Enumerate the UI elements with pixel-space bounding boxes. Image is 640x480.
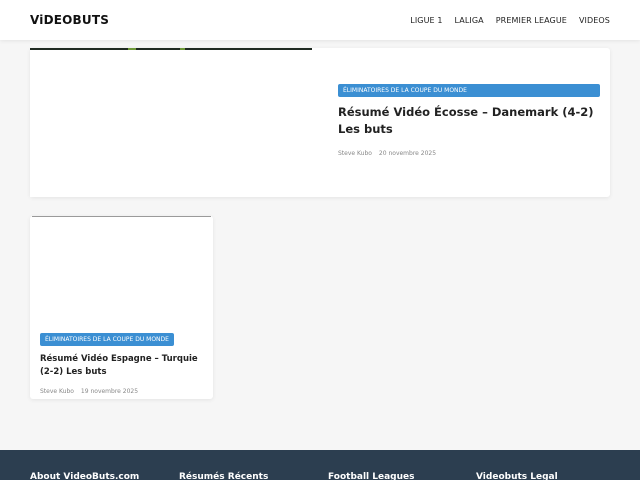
footer-heading-leagues: Football Leagues <box>328 472 415 480</box>
post-card-author[interactable]: Steve Kubo <box>40 388 74 395</box>
site-logo[interactable]: ViDEOBUTS <box>30 13 109 27</box>
site-footer: About VideoButs.com Résumés Récents Foot… <box>0 450 640 480</box>
post-card-thumbnail[interactable] <box>32 216 211 320</box>
featured-post-title[interactable]: Résumé Vidéo Écosse – Danemark (4-2) Les… <box>338 104 600 138</box>
post-card-content: ÉLIMINATOIRES DE LA COUPE DU MONDE Résum… <box>40 328 205 395</box>
thumbnail-edge-detail <box>128 48 136 50</box>
post-card-date: 19 novembre 2025 <box>80 388 139 395</box>
post-card-title[interactable]: Résumé Vidéo Espagne – Turquie (2-2) Les… <box>40 353 205 378</box>
post-card-category[interactable]: ÉLIMINATOIRES DE LA COUPE DU MONDE <box>40 333 174 346</box>
nav-item-videos[interactable]: VIDEOS <box>579 16 610 25</box>
post-card-meta: Steve Kubo 19 novembre 2025 <box>40 388 205 395</box>
featured-post-category[interactable]: ÉLIMINATOIRES DE LA COUPE DU MONDE <box>338 84 600 97</box>
main-nav: LIGUE 1 LALIGA PREMIER LEAGUE VIDEOS <box>410 16 610 25</box>
site-header: ViDEOBUTS LIGUE 1 LALIGA PREMIER LEAGUE … <box>0 0 640 40</box>
nav-item-ligue-1[interactable]: LIGUE 1 <box>410 16 442 25</box>
featured-post-thumbnail[interactable] <box>30 48 312 197</box>
featured-post-date: 20 novembre 2025 <box>378 150 437 157</box>
featured-post-content: ÉLIMINATOIRES DE LA COUPE DU MONDE Résum… <box>338 84 600 157</box>
footer-heading-legal: Videobuts Legal <box>476 472 558 480</box>
nav-item-premier-league[interactable]: PREMIER LEAGUE <box>496 16 567 25</box>
thumbnail-edge-detail <box>180 48 185 50</box>
post-card: ÉLIMINATOIRES DE LA COUPE DU MONDE Résum… <box>30 216 213 399</box>
footer-heading-about: About VideoButs.com <box>30 472 140 480</box>
footer-heading-recent: Résumés Récents <box>179 472 269 480</box>
nav-item-laliga[interactable]: LALIGA <box>455 16 484 25</box>
featured-post-card: ÉLIMINATOIRES DE LA COUPE DU MONDE Résum… <box>30 48 610 197</box>
featured-post-author[interactable]: Steve Kubo <box>338 150 372 157</box>
featured-post-meta: Steve Kubo 20 novembre 2025 <box>338 150 600 157</box>
